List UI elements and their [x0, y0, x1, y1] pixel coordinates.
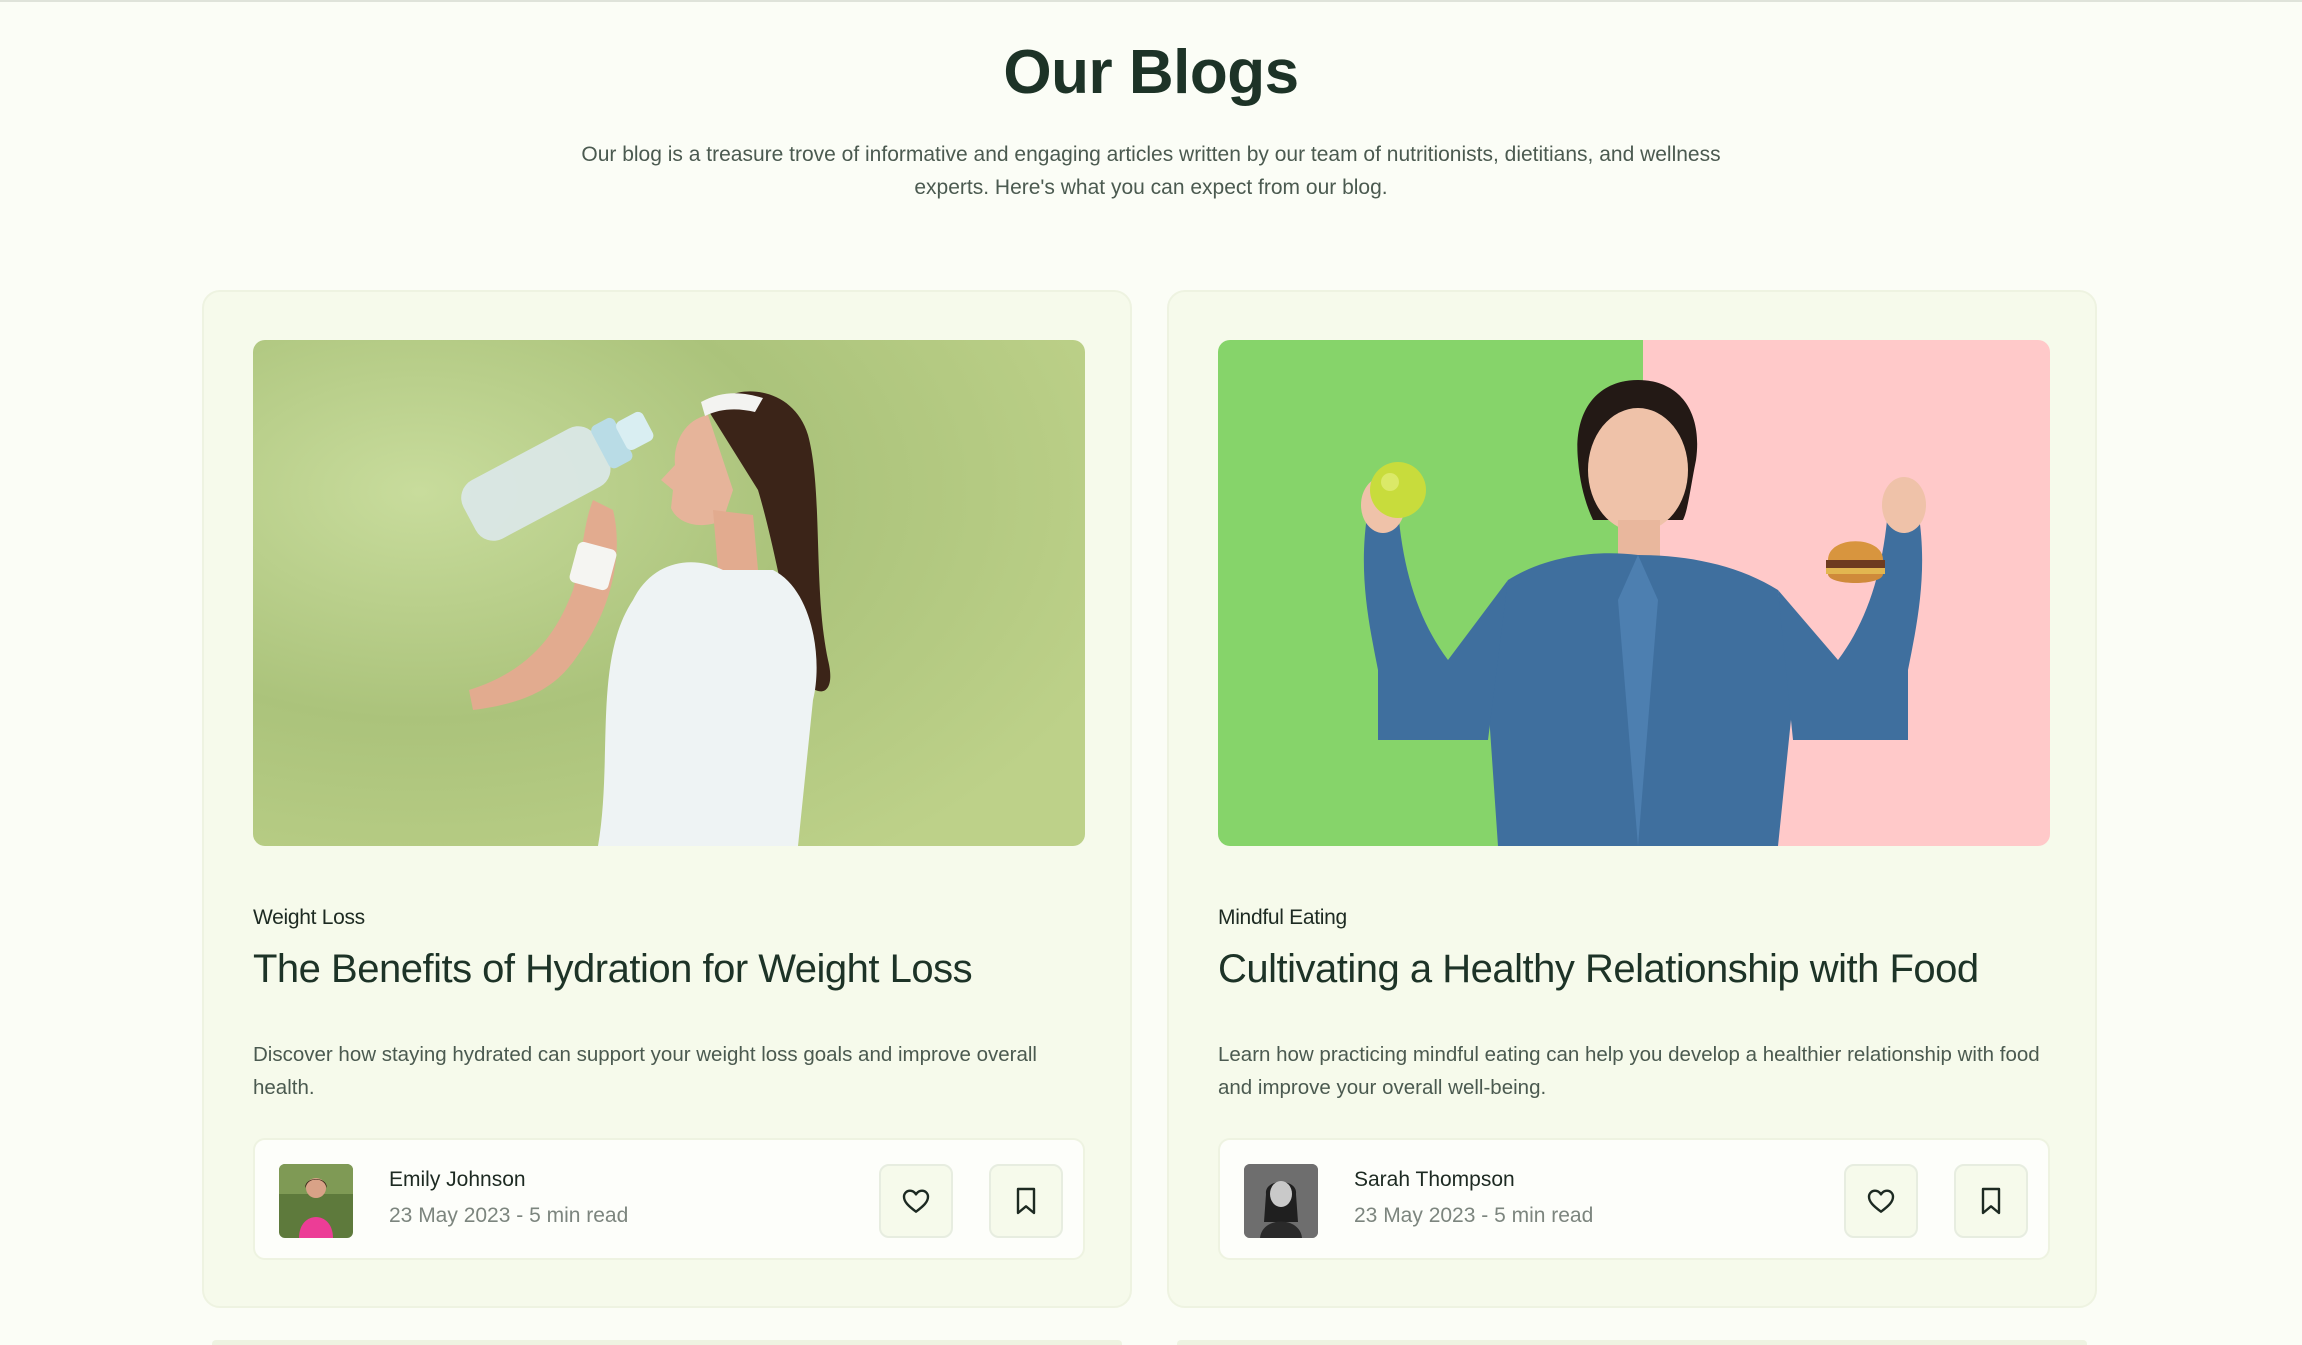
- heart-icon: [902, 1189, 930, 1213]
- like-button[interactable]: [1844, 1164, 1918, 1238]
- blogs-header: Our Blogs Our blog is a treasure trove o…: [0, 30, 2302, 204]
- blog-description: Learn how practicing mindful eating can …: [1218, 1043, 2040, 1099]
- top-divider: [0, 0, 2302, 2]
- heart-icon: [1867, 1189, 1895, 1213]
- bookmark-icon: [1016, 1187, 1036, 1215]
- avatar: [279, 1164, 353, 1238]
- blog-title[interactable]: The Benefits of Hydration for Weight Los…: [253, 944, 1103, 994]
- next-card-edge: [1177, 1340, 2087, 1345]
- blog-card-image-hydration[interactable]: [253, 340, 1085, 846]
- page-subtitle: Our blog is a treasure trove of informat…: [581, 143, 1721, 199]
- blog-description: Discover how staying hydrated can suppor…: [253, 1043, 1037, 1099]
- blog-category: Mindful Eating: [1218, 906, 1347, 929]
- bookmark-button[interactable]: [1954, 1164, 2028, 1238]
- page-title: Our Blogs: [1003, 38, 1299, 107]
- next-card-edge: [212, 1340, 1122, 1345]
- blog-category: Weight Loss: [253, 906, 365, 929]
- author-name: Emily Johnson: [389, 1168, 526, 1191]
- bookmark-icon: [1981, 1187, 2001, 1215]
- bookmark-button[interactable]: [989, 1164, 1063, 1238]
- author-name: Sarah Thompson: [1354, 1168, 1515, 1191]
- post-meta: 23 May 2023 - 5 min read: [1354, 1204, 1594, 1227]
- blog-card-footer: Sarah Thompson 23 May 2023 - 5 min read: [1218, 1138, 2050, 1260]
- like-button[interactable]: [879, 1164, 953, 1238]
- blog-card[interactable]: Mindful Eating Cultivating a Healthy Rel…: [1167, 290, 2097, 1308]
- blog-card[interactable]: Weight Loss The Benefits of Hydration fo…: [202, 290, 1132, 1308]
- blog-card-grid: Weight Loss The Benefits of Hydration fo…: [202, 290, 2098, 1308]
- blog-card-footer: Emily Johnson 23 May 2023 - 5 min read: [253, 1138, 1085, 1260]
- post-meta: 23 May 2023 - 5 min read: [389, 1204, 629, 1227]
- avatar: [1244, 1164, 1318, 1238]
- blog-title[interactable]: Cultivating a Healthy Relationship with …: [1218, 944, 2068, 994]
- blog-card-image-mindful-eating[interactable]: [1218, 340, 2050, 846]
